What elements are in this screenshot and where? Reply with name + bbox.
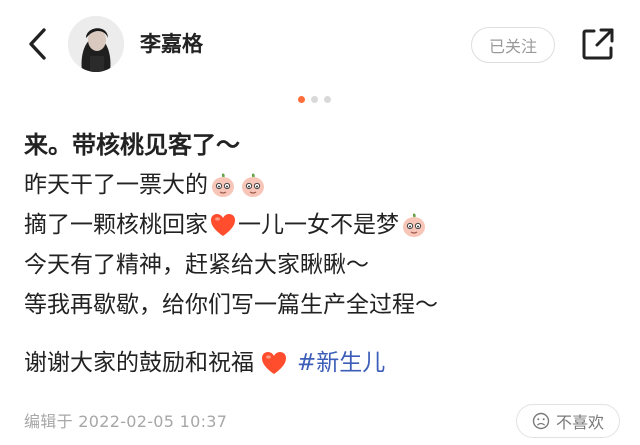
hashtag-link[interactable]: #新生儿 (297, 343, 385, 383)
peach-face-emoji-icon (239, 171, 267, 199)
heart-icon (209, 211, 237, 239)
dislike-button[interactable]: 不喜欢 (516, 404, 620, 438)
edited-timestamp: 编辑于 2022-02-05 10:37 (24, 412, 228, 431)
carousel-dot[interactable] (311, 96, 318, 103)
post-line-4: 等我再歇歇，给你们写一篇生产全过程～ (24, 292, 438, 318)
post-title: 来。带核桃见客了～ (24, 130, 240, 159)
carousel-dot-active[interactable] (298, 96, 305, 103)
post-line-1: 昨天干了一票大的 (24, 165, 624, 205)
peach-face-emoji-icon (209, 171, 237, 199)
post-body: 来。带核桃见客了～ 昨天干了一票大的 摘了一颗核桃回家 一儿一女不是梦 今天有了… (24, 124, 624, 383)
share-arrow-icon[interactable] (578, 24, 618, 64)
peach-face-emoji-icon (400, 211, 428, 239)
heart-icon (260, 349, 288, 377)
followed-button[interactable]: 已关注 (471, 27, 555, 63)
chevron-left-icon[interactable] (22, 24, 54, 64)
avatar[interactable] (68, 16, 124, 72)
carousel-indicator (298, 96, 331, 103)
top-bar: 李嘉格 已关注 (0, 0, 640, 90)
carousel-dot[interactable] (324, 96, 331, 103)
dislike-label: 不喜欢 (555, 413, 604, 432)
post-line-3: 今天有了精神，赶紧给大家瞅瞅～ (24, 252, 369, 278)
post-line-2: 摘了一颗核桃回家 一儿一女不是梦 (24, 205, 624, 245)
username[interactable]: 李嘉格 (140, 28, 203, 58)
frown-face-icon (532, 412, 550, 430)
post-line-5: 谢谢大家的鼓励和祝福 #新生儿 (24, 343, 624, 383)
